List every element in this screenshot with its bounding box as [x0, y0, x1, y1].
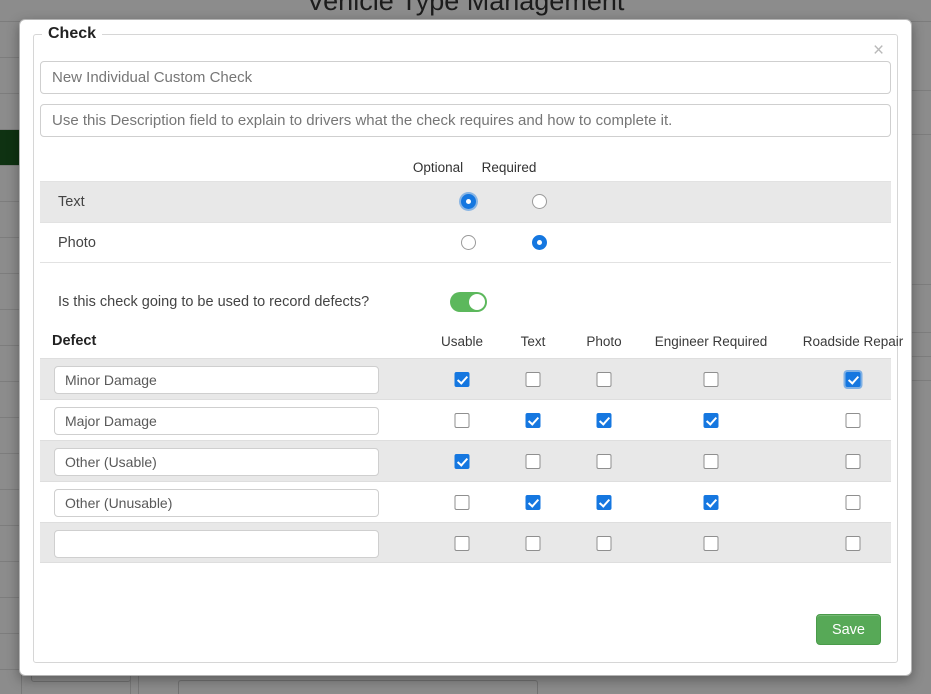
defect-roadside-repair-checkbox[interactable] [845, 536, 861, 551]
check-modal: Check × Optional Required Text [19, 19, 912, 676]
defect-table: Defect Usable Text Photo Engineer Requir… [40, 328, 903, 563]
defect-roadside-repair-checkbox[interactable] [845, 413, 861, 428]
check-name-field-wrap [40, 61, 891, 94]
column-header-usable: Usable [440, 334, 484, 349]
radio-photo-required[interactable] [532, 235, 547, 250]
check-description-field-wrap [40, 104, 891, 137]
record-defects-toggle[interactable] [450, 292, 487, 312]
defect-row [40, 358, 891, 399]
defect-text-checkbox[interactable] [525, 495, 541, 510]
defect-usable-checkbox[interactable] [454, 536, 470, 551]
defect-roadside-repair-checkbox[interactable] [845, 454, 861, 469]
save-button[interactable]: Save [815, 614, 881, 645]
radio-text-optional[interactable] [461, 194, 476, 209]
defect-usable-checkbox[interactable] [454, 495, 470, 510]
defect-engineer-required-checkbox[interactable] [703, 454, 719, 469]
defect-photo-checkbox[interactable] [596, 372, 612, 387]
defect-photo-checkbox[interactable] [596, 536, 612, 551]
defect-usable-checkbox[interactable] [454, 413, 470, 428]
column-header-photo: Photo [586, 334, 622, 349]
requirement-row-text: Text [40, 181, 891, 222]
defect-text-checkbox[interactable] [525, 536, 541, 551]
check-modal-fieldset: Check × Optional Required Text [33, 25, 903, 663]
defect-text-checkbox[interactable] [525, 454, 541, 469]
radio-text-required[interactable] [532, 194, 547, 209]
requirement-row-photo: Photo [40, 222, 891, 263]
defect-name-input[interactable] [54, 489, 379, 517]
defect-engineer-required-checkbox[interactable] [703, 372, 719, 387]
defect-usable-checkbox[interactable] [454, 454, 470, 469]
defect-column-header: Defect [52, 333, 97, 349]
requirement-matrix-header: Optional Required [40, 155, 891, 181]
defect-usable-checkbox[interactable] [454, 372, 470, 387]
defect-engineer-required-checkbox[interactable] [703, 413, 719, 428]
check-name-input[interactable] [40, 61, 891, 94]
defect-row [40, 440, 891, 481]
defect-name-input[interactable] [54, 366, 379, 394]
defect-row [40, 522, 891, 563]
defect-question-label: Is this check going to be used to record… [58, 294, 370, 310]
requirement-row-label: Text [58, 194, 85, 210]
defect-name-input[interactable] [54, 448, 379, 476]
requirement-matrix: Optional Required Text Photo [40, 155, 891, 263]
column-header-engineer-required: Engineer Required [654, 334, 768, 349]
column-header-text: Text [520, 334, 546, 349]
defect-question-row: Is this check going to be used to record… [40, 283, 891, 328]
defect-row [40, 481, 891, 522]
close-icon[interactable]: × [867, 40, 889, 62]
requirement-row-label: Photo [58, 235, 96, 251]
radio-photo-optional[interactable] [461, 235, 476, 250]
defect-photo-checkbox[interactable] [596, 495, 612, 510]
defect-row [40, 399, 891, 440]
defect-table-header: Defect Usable Text Photo Engineer Requir… [40, 328, 903, 358]
column-header-roadside-repair: Roadside Repair [802, 334, 904, 349]
defect-engineer-required-checkbox[interactable] [703, 536, 719, 551]
defect-text-checkbox[interactable] [525, 372, 541, 387]
defect-roadside-repair-checkbox[interactable] [845, 372, 861, 387]
defect-text-checkbox[interactable] [525, 413, 541, 428]
check-modal-legend: Check [42, 25, 103, 43]
defect-engineer-required-checkbox[interactable] [703, 495, 719, 510]
column-header-required: Required [481, 160, 537, 175]
defect-name-input[interactable] [54, 407, 379, 435]
defect-photo-checkbox[interactable] [596, 454, 612, 469]
defect-photo-checkbox[interactable] [596, 413, 612, 428]
defect-roadside-repair-checkbox[interactable] [845, 495, 861, 510]
modal-footer: Save [40, 610, 891, 654]
defect-name-input[interactable] [54, 530, 379, 558]
check-description-input[interactable] [40, 104, 891, 137]
